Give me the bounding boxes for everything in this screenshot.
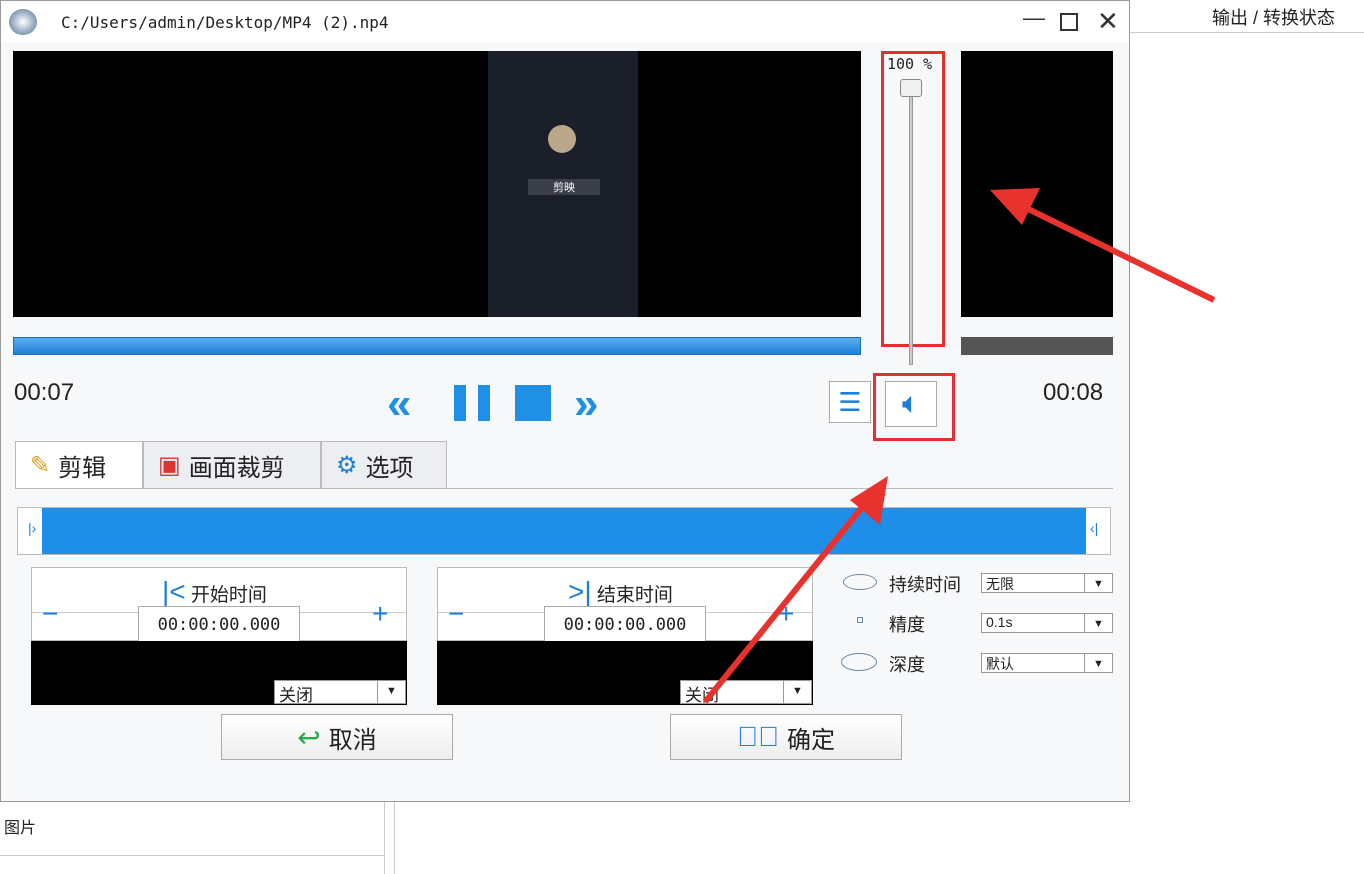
chevron-down-icon: ▼ <box>1084 654 1112 672</box>
start-increment-button[interactable]: + <box>372 598 388 630</box>
edit-icon: ✎ <box>30 451 50 480</box>
pause-button[interactable] <box>454 385 490 421</box>
volume-slider-track[interactable] <box>909 83 913 365</box>
avatar <box>548 125 576 153</box>
playback-progress-bar[interactable] <box>13 337 861 355</box>
divider <box>384 802 385 874</box>
start-select[interactable]: 关闭▼ <box>274 680 406 704</box>
tab-label: 画面裁剪 <box>189 448 285 483</box>
duration-label: 持续时间 <box>889 571 961 597</box>
divider <box>0 855 384 856</box>
start-time-label: |< 开始时间 <box>162 576 267 608</box>
precision-icon <box>857 617 863 623</box>
end-time-panel: >| 结束时间 − + 00:00:00.000 <box>437 567 813 641</box>
maximize-button[interactable] <box>1060 13 1078 31</box>
end-select[interactable]: 关闭▼ <box>680 680 812 704</box>
video-frame: 剪映 <box>488 51 638 317</box>
tab-label: 选项 <box>366 448 414 483</box>
divider <box>394 802 395 874</box>
depth-label: 深度 <box>889 651 925 677</box>
crop-icon: ▣ <box>158 451 181 480</box>
start-time-input[interactable]: 00:00:00.000 <box>138 606 300 642</box>
volume-button[interactable]: 🔈︎ <box>885 381 937 427</box>
chevron-down-icon: ▼ <box>1084 574 1112 592</box>
trim-range[interactable] <box>42 508 1086 554</box>
duration-icon <box>843 574 877 590</box>
end-increment-button[interactable]: + <box>778 598 794 630</box>
trim-dialog: C:/Users/admin/Desktop/MP4 (2).np4 — ✕ 剪… <box>0 0 1130 802</box>
precision-label: 精度 <box>889 611 925 637</box>
divider <box>1130 32 1364 33</box>
app-icon <box>9 9 37 35</box>
title-bar: C:/Users/admin/Desktop/MP4 (2).np4 — ✕ <box>1 1 1129 43</box>
fast-forward-button[interactable]: » <box>574 379 598 429</box>
tab-label: 剪辑 <box>58 448 106 483</box>
depth-select[interactable]: 默认▼ <box>981 653 1113 673</box>
chevron-down-icon: ▼ <box>783 681 811 703</box>
trim-end-handle[interactable]: ‹| <box>1090 520 1098 536</box>
output-preview <box>961 51 1113 317</box>
gear-icon: ⚙ <box>336 451 358 480</box>
tab-options[interactable]: ⚙ 选项 <box>321 441 447 489</box>
trim-start-handle[interactable]: |› <box>28 520 36 536</box>
volume-label: 100 % <box>887 55 932 73</box>
check-circle-icon: ✓⃝ <box>737 721 779 753</box>
duration-select[interactable]: 无限▼ <box>981 573 1113 593</box>
depth-icon <box>841 653 877 671</box>
chevron-down-icon: ▼ <box>377 681 405 703</box>
start-time-panel: |< 开始时间 − + 00:00:00.000 <box>31 567 407 641</box>
volume-slider-thumb[interactable] <box>900 79 922 97</box>
precision-select[interactable]: 0.1s▼ <box>981 613 1113 633</box>
go-end-icon: >| <box>568 576 592 607</box>
minimize-button[interactable]: — <box>1023 5 1045 31</box>
end-time: 00:08 <box>1043 379 1103 407</box>
divider <box>15 488 1113 489</box>
current-time: 00:07 <box>14 379 74 407</box>
output-progress-bar[interactable] <box>961 337 1113 355</box>
video-preview: 剪映 <box>13 51 861 317</box>
end-time-label: >| 结束时间 <box>568 576 673 608</box>
cancel-button[interactable]: ↩取消 <box>221 714 453 760</box>
equalizer-button[interactable]: ☰ <box>829 381 871 423</box>
tab-edit[interactable]: ✎ 剪辑 <box>15 441 143 489</box>
output-status-label: 输出 / 转换状态 <box>1212 4 1335 30</box>
start-decrement-button[interactable]: − <box>42 598 58 630</box>
end-time-input[interactable]: 00:00:00.000 <box>544 606 706 642</box>
speaker-icon: 🔈︎ <box>902 387 920 420</box>
undo-icon: ↩ <box>297 721 320 754</box>
close-button[interactable]: ✕ <box>1097 6 1119 37</box>
end-decrement-button[interactable]: − <box>448 598 464 630</box>
ok-button[interactable]: ✓⃝确定 <box>670 714 902 760</box>
chevron-down-icon: ▼ <box>1084 614 1112 632</box>
trim-timeline[interactable]: |› ‹| <box>17 507 1111 555</box>
tab-crop[interactable]: ▣ 画面裁剪 <box>143 441 321 489</box>
video-caption: 剪映 <box>528 179 600 195</box>
go-start-icon: |< <box>162 576 186 607</box>
stop-button[interactable] <box>515 385 551 421</box>
images-label: 图片 <box>4 814 36 838</box>
window-title: C:/Users/admin/Desktop/MP4 (2).np4 <box>61 13 389 32</box>
rewind-button[interactable]: « <box>387 379 411 429</box>
